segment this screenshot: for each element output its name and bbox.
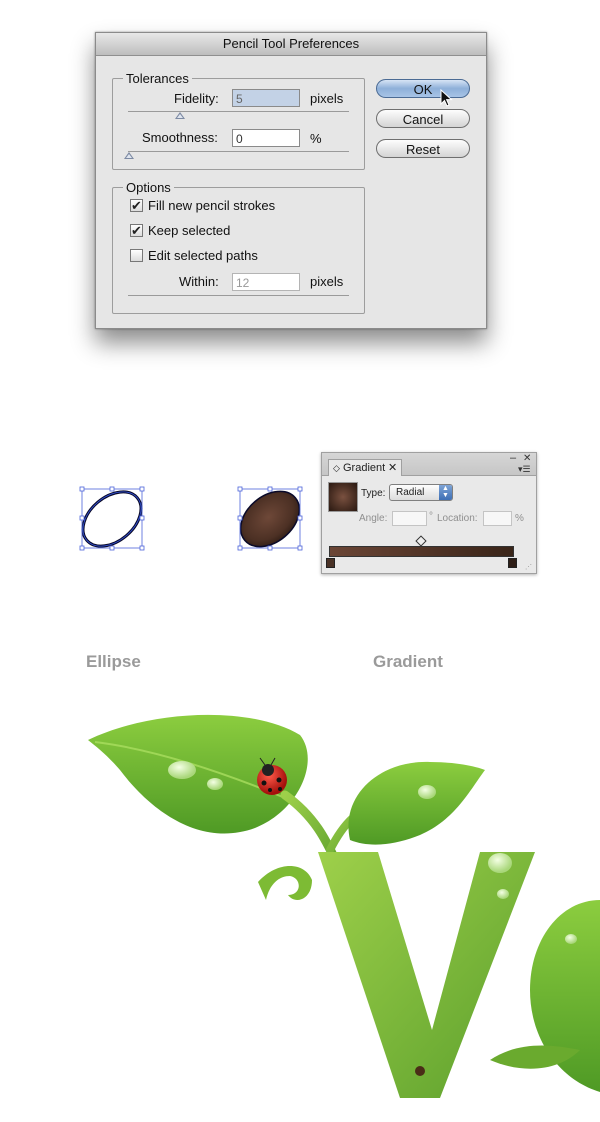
tolerances-legend: Tolerances xyxy=(123,72,192,86)
close-icon[interactable]: ✕ xyxy=(388,460,397,476)
caption-ellipse: Ellipse xyxy=(86,652,141,671)
pencil-tool-preferences-dialog: Pencil Tool Preferences Tolerances Fidel… xyxy=(95,32,487,329)
type-select[interactable]: Radial ▲ ▼ xyxy=(389,484,453,501)
checkmark-icon: ✔ xyxy=(131,198,142,213)
ellipse-gradient-illustration xyxy=(237,486,303,551)
edit-selected-paths-checkbox[interactable] xyxy=(130,249,143,262)
checkmark-icon: ✔ xyxy=(131,223,142,238)
curl-tendril xyxy=(258,866,312,900)
fidelity-input[interactable]: 5 xyxy=(232,89,300,107)
fidelity-unit: pixels xyxy=(310,91,344,106)
within-input[interactable]: 12 xyxy=(232,273,300,291)
within-label: Within: xyxy=(179,274,219,289)
location-unit: % xyxy=(515,513,524,524)
gradient-ramp-bar[interactable] xyxy=(329,546,514,557)
edit-selected-paths-label[interactable]: Edit selected paths xyxy=(148,247,258,265)
fill-new-strokes-label[interactable]: Fill new pencil strokes xyxy=(148,197,275,215)
type-label: Type: xyxy=(361,488,386,499)
fill-new-strokes-checkbox[interactable]: ✔ xyxy=(130,199,143,212)
angle-input[interactable] xyxy=(392,511,427,526)
fidelity-slider-thumb[interactable] xyxy=(175,112,185,119)
smoothness-input[interactable]: 0 xyxy=(232,129,300,147)
keep-selected-label[interactable]: Keep selected xyxy=(148,222,230,240)
dialog-title: Pencil Tool Preferences xyxy=(96,33,486,56)
gradient-midpoint-diamond[interactable] xyxy=(415,535,427,547)
fidelity-slider-track[interactable] xyxy=(128,111,349,112)
leafy-letter-illustration xyxy=(88,714,600,1098)
location-label: Location: xyxy=(437,513,478,524)
panel-menu-icon[interactable]: ▾☰ xyxy=(518,464,531,475)
angle-unit: ° xyxy=(429,511,433,522)
smoothness-slider-thumb[interactable] xyxy=(124,152,134,159)
gradient-preview-swatch[interactable] xyxy=(328,482,358,512)
water-drop xyxy=(207,778,223,790)
seed-dot xyxy=(415,1066,425,1076)
gradient-ellipse-shape xyxy=(239,490,301,548)
location-input[interactable] xyxy=(483,511,512,526)
gradient-stop-left[interactable] xyxy=(326,558,335,568)
options-legend: Options xyxy=(123,181,174,195)
ok-button[interactable]: OK xyxy=(376,79,470,98)
reset-button[interactable]: Reset xyxy=(376,139,470,158)
resize-grip-icon[interactable]: ⋰ xyxy=(525,563,532,571)
smoothness-label: Smoothness: xyxy=(142,130,218,145)
tab-gradient[interactable]: ◇ Gradient ✕ xyxy=(328,459,402,476)
within-unit: pixels xyxy=(310,274,344,289)
smoothness-slider-track[interactable] xyxy=(128,151,349,152)
gradient-stop-right[interactable] xyxy=(508,558,517,568)
angle-label: Angle: xyxy=(359,513,388,524)
selection-bounding-box xyxy=(81,488,143,549)
panel-collapse-icon[interactable]: ◇ xyxy=(333,460,340,476)
minimize-icon[interactable]: – xyxy=(510,452,516,464)
gradient-tab-label: Gradient xyxy=(343,462,386,474)
cancel-button[interactable]: Cancel xyxy=(376,109,470,128)
mouse-cursor-icon xyxy=(440,89,453,107)
smoothness-unit: % xyxy=(310,131,322,146)
keep-selected-checkbox[interactable]: ✔ xyxy=(130,224,143,237)
within-divider xyxy=(128,295,349,296)
type-select-value: Radial xyxy=(396,487,425,498)
close-panel-icon[interactable]: ✕ xyxy=(523,453,531,464)
select-arrows-icon: ▲ ▼ xyxy=(439,485,452,500)
gradient-panel: ◇ Gradient ✕ – ✕ ▾☰ Type: Radial ▲ ▼ Angl… xyxy=(321,452,537,574)
caption-gradient: Gradient xyxy=(373,652,443,671)
water-drop xyxy=(565,934,577,944)
ellipse-shape xyxy=(81,490,143,548)
water-drop xyxy=(168,761,196,779)
fidelity-label: Fidelity: xyxy=(174,91,219,106)
water-drop xyxy=(488,853,512,873)
leaf-right xyxy=(348,761,485,845)
water-drop xyxy=(497,889,509,899)
water-drop xyxy=(418,785,436,799)
ellipse-outline-illustration xyxy=(79,486,145,551)
